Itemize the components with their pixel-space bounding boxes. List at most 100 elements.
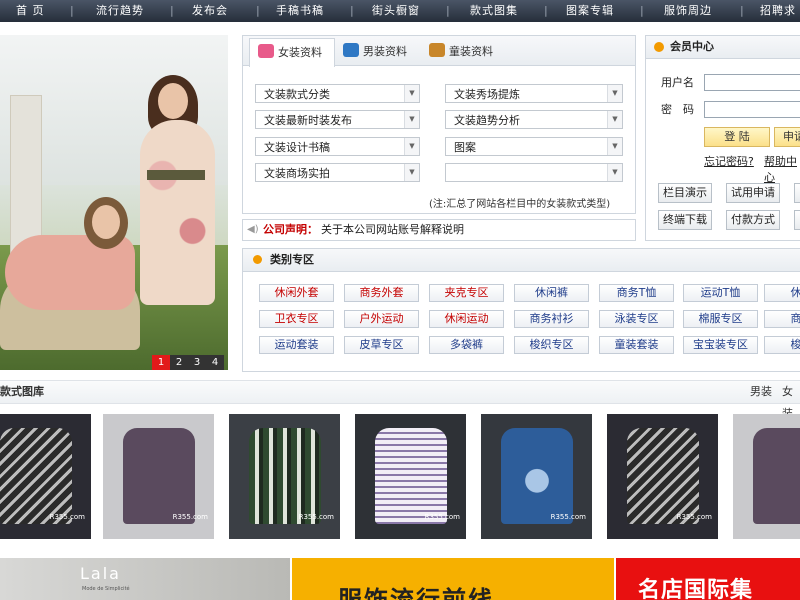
hero-page-4[interactable]: 4 (206, 355, 224, 370)
select-latest-release[interactable]: 文装最新时装发布 ▼ (255, 110, 420, 129)
gallery-thumb[interactable]: R355.com (607, 414, 718, 539)
password-label: 密 码 (661, 103, 694, 116)
category-button[interactable]: 梭织专区 (514, 336, 589, 354)
trial-button[interactable]: 试用申请 (726, 183, 780, 203)
hero-page-3[interactable]: 3 (188, 355, 206, 370)
watermark: R355.com (172, 513, 208, 521)
select-pattern[interactable]: 图案 ▼ (445, 137, 623, 156)
select-empty[interactable]: ▼ (445, 163, 623, 182)
garment-image (0, 428, 72, 524)
select-runway[interactable]: 文装秀场提炼 ▼ (445, 84, 623, 103)
garment-image (501, 428, 573, 524)
select-trend-analysis[interactable]: 文装趋势分析 ▼ (445, 110, 623, 129)
gallery-link-mens[interactable]: 男装 (750, 381, 772, 403)
member-center: 会员中心 用户名 密 码 登 陆 申请 忘记密码? 帮助中心 栏目演示 试用申请… (645, 35, 800, 241)
chevron-down-icon: ▼ (404, 138, 419, 155)
nav-item-sketches[interactable]: 手稿书稿 (276, 0, 324, 22)
gallery-thumb[interactable]: R355.com (229, 414, 340, 539)
category-button[interactable]: 卫衣专区 (259, 310, 334, 328)
nav-item-accessories[interactable]: 服饰周边 (664, 0, 712, 22)
password-input[interactable] (704, 101, 800, 118)
chevron-down-icon: ▼ (607, 138, 622, 155)
nav-item-styles[interactable]: 款式图集 (470, 0, 518, 22)
gallery-title: 款式图库 (0, 385, 44, 398)
tab-kids[interactable]: 童装资料 (421, 38, 505, 65)
nav-separator: | (170, 4, 175, 17)
member-header: 会员中心 (646, 36, 800, 59)
help-center-link[interactable]: 帮助中心 (764, 153, 800, 185)
category-title: 类别专区 (270, 253, 314, 266)
member-extra-button[interactable] (794, 183, 800, 203)
banner-lala[interactable]: Lala Mode de Simplicité (0, 558, 290, 600)
tab-womens-label: 女装资料 (278, 46, 322, 59)
tab-womens[interactable]: 女装资料 (249, 38, 335, 67)
category-button[interactable]: 休闲裤 (514, 284, 589, 302)
select-value: 文装最新时装发布 (264, 114, 352, 127)
nav-item-launch[interactable]: 发布会 (192, 0, 228, 22)
category-button[interactable]: 泳装专区 (599, 310, 674, 328)
category-button[interactable]: 运动套装 (259, 336, 334, 354)
category-button[interactable]: 童装套装 (599, 336, 674, 354)
nav-item-jobs[interactable]: 招聘求 (760, 0, 796, 22)
payment-button[interactable]: 付款方式 (726, 210, 780, 230)
hero-model-standing-face (158, 83, 188, 119)
nav-item-home[interactable]: 首 页 (16, 0, 45, 22)
download-button[interactable]: 终端下载 (658, 210, 712, 230)
hero-column (10, 95, 42, 257)
username-label: 用户名 (661, 76, 694, 89)
category-button[interactable]: 夹克专区 (429, 284, 504, 302)
category-button[interactable]: 商务T恤 (599, 284, 674, 302)
banner-trends[interactable]: 服饰流行前线 (292, 558, 614, 600)
tab-bar: 女装资料 男装资料 童装资料 (243, 36, 635, 67)
hero-banner[interactable] (0, 35, 228, 370)
tab-mens[interactable]: 男装资料 (335, 38, 419, 65)
select-value: 文装款式分类 (264, 88, 330, 101)
select-value: 文装趋势分析 (454, 114, 520, 127)
trends-banner-text: 服饰流行前线 (338, 586, 494, 600)
register-button[interactable]: 申请 (774, 127, 800, 147)
hero-model-seated-face (92, 205, 120, 239)
chevron-down-icon: ▼ (404, 164, 419, 181)
member-extra-button[interactable] (794, 210, 800, 230)
category-button[interactable]: 商务外套 (344, 284, 419, 302)
category-button[interactable]: 多袋裤 (429, 336, 504, 354)
notice-link[interactable]: 关于本公司网站账号解释说明 (321, 220, 464, 240)
notice-label: 公司声明： (263, 223, 318, 236)
category-button[interactable]: 商务 (764, 310, 800, 328)
username-input[interactable] (704, 74, 800, 91)
gallery-thumb[interactable]: R355.com (481, 414, 592, 539)
chevron-down-icon: ▼ (404, 111, 419, 128)
category-button[interactable]: 商务衬衫 (514, 310, 589, 328)
category-button[interactable]: 棉服专区 (683, 310, 758, 328)
forgot-password-link[interactable]: 忘记密码? (704, 153, 754, 169)
category-button[interactable]: 休闲 (764, 284, 800, 302)
gallery-thumb[interactable] (733, 414, 800, 539)
gallery-thumb[interactable]: R355.com (355, 414, 466, 539)
nav-item-patterns[interactable]: 图案专辑 (566, 0, 614, 22)
category-button[interactable]: 休闲运动 (429, 310, 504, 328)
hero-pager: 1 2 3 4 (152, 355, 224, 370)
bear-icon (429, 43, 445, 57)
select-style-category[interactable]: 文装款式分类 ▼ (255, 84, 420, 103)
watermark: R355.com (298, 513, 334, 521)
category-button[interactable]: 户外运动 (344, 310, 419, 328)
nav-item-trends[interactable]: 流行趋势 (96, 0, 144, 22)
nav-separator: | (544, 4, 549, 17)
category-button[interactable]: 皮草专区 (344, 336, 419, 354)
category-button[interactable]: 宝宝装专区 (683, 336, 758, 354)
hero-page-2[interactable]: 2 (170, 355, 188, 370)
select-design-sketch[interactable]: 文装设计书稿 ▼ (255, 137, 420, 156)
nav-item-street[interactable]: 街头橱窗 (372, 0, 420, 22)
category-button[interactable]: 休闲外套 (259, 284, 334, 302)
category-button[interactable]: 运动T恤 (683, 284, 758, 302)
gallery-thumb[interactable]: R355.com (0, 414, 91, 539)
banner-intl[interactable]: 名店国际集 (616, 558, 800, 600)
demo-button[interactable]: 栏目演示 (658, 183, 712, 203)
gallery-thumb[interactable]: R355.com (103, 414, 214, 539)
category-zone: 类别专区 休闲外套商务外套夹克专区休闲裤商务T恤运动T恤休闲卫衣专区户外运动休闲… (242, 248, 800, 372)
select-mall-photos[interactable]: 文装商场实拍 ▼ (255, 163, 420, 182)
dress-icon (258, 44, 274, 58)
category-button[interactable]: 梭织 (764, 336, 800, 354)
login-button[interactable]: 登 陆 (704, 127, 770, 147)
hero-page-1[interactable]: 1 (152, 355, 170, 370)
